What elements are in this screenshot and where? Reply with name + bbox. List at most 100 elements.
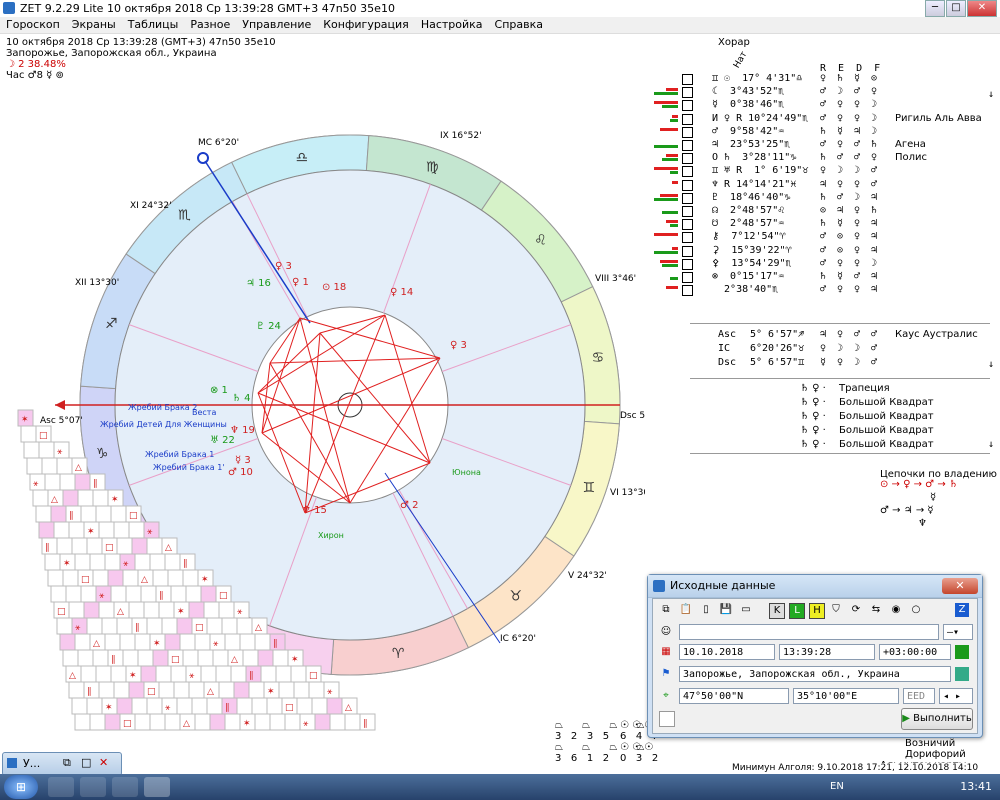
planet-row[interactable]: ♂ 9°58'42"♒ ♄☿♃☽	[650, 126, 1000, 139]
menu-tables[interactable]: Таблицы	[122, 17, 185, 33]
menu-help[interactable]: Справка	[489, 17, 549, 33]
menu-settings[interactable]: Настройка	[415, 17, 489, 33]
name-field[interactable]	[679, 624, 939, 640]
scroll-arrow[interactable]: ↓	[988, 359, 994, 370]
planet-row[interactable]: ☾ 3°43'52"♏ ♂☽♂♀	[650, 86, 1000, 99]
figure-item[interactable]: ♄ ♀ · Трапеция	[800, 383, 890, 394]
house-box-icon	[682, 272, 693, 283]
sync-icon[interactable]: ⇆	[869, 603, 883, 617]
timezone-field[interactable]: +03:00:00	[879, 644, 951, 660]
taskbar-zet-icon[interactable]	[144, 777, 170, 797]
figure-glyphs: ♄ ♀ ·	[800, 397, 830, 408]
dialog-title-bar[interactable]: Исходные данные ✕	[648, 575, 982, 598]
copy-icon[interactable]: ⧉	[659, 603, 673, 617]
angle-row[interactable]: IC 6°20'26"♉ ♀☽☽♂	[650, 343, 1000, 356]
planet-row[interactable]: ☊ 2°48'57"♌ ⊙♃♀♄	[650, 205, 1000, 218]
aspect-glyph: □	[81, 575, 90, 585]
planet-row[interactable]: ☋ 2°48'57"♒ ♄☿♀♃	[650, 218, 1000, 231]
planet-row[interactable]: ♆ R 14°14'21"♓ ♃♀♀♂	[650, 179, 1000, 192]
planet-row[interactable]: ⚷ 7°12'54"♈ ♂⊙♀♃	[650, 231, 1000, 244]
planet-row[interactable]: 2°38'40"♏ ♂♀♀♃	[650, 284, 1000, 297]
h-icon[interactable]: H	[809, 603, 825, 619]
aspect-cell	[53, 521, 70, 539]
figure-item[interactable]: ♄ ♀ · Большой Квадрат	[800, 411, 934, 422]
strength-bars	[650, 220, 678, 228]
menu-configuration[interactable]: Конфигурация	[317, 17, 415, 33]
name-dropdown[interactable]: –▾	[943, 624, 973, 640]
menu-screens[interactable]: Экраны	[66, 17, 122, 33]
radio-1-icon[interactable]: ◉	[889, 603, 903, 617]
mini-restore[interactable]: ⧉	[63, 756, 71, 770]
aspect-glyph: ∥	[249, 671, 254, 681]
house-box-icon	[682, 206, 693, 217]
time-field[interactable]: 13:39:28	[779, 644, 875, 660]
planet-glyph: ♀ 3	[450, 340, 467, 351]
scroll-arrow[interactable]: ↓	[988, 439, 994, 450]
planet-row[interactable]: ⚴ 13°54'29"♏ ♂♀♀☽	[650, 258, 1000, 271]
coords-icon: ⌖	[663, 690, 669, 701]
radio-2-icon[interactable]: ○	[909, 603, 923, 617]
clock[interactable]: 13:41	[960, 780, 992, 793]
latitude-field[interactable]: 47°50'00"N	[679, 688, 789, 704]
figure-item[interactable]: ♄ ♀ · Большой Квадрат	[800, 439, 934, 450]
taskbar-folder-icon[interactable]	[80, 777, 106, 797]
planet-row[interactable]: ♊ ♅ R 1° 6'19"♉ ♀☽☽♂	[650, 165, 1000, 178]
language-indicator[interactable]: EN	[830, 781, 844, 792]
planet-row[interactable]: О ♄ 3°28'11"♑ ♄♂♂♀ Полис	[650, 152, 1000, 165]
place-field[interactable]: Запорожье, Запорожская обл., Украина	[679, 666, 951, 682]
figure-item[interactable]: ♄ ♀ · Большой Квадрат	[800, 397, 934, 408]
menu-misc[interactable]: Разное	[184, 17, 236, 33]
algol-minimum: Минимун Алголя: 9.10.2018 17:21, 12.10.2…	[732, 763, 979, 773]
figure-item[interactable]: ♄ ♀ · Большой Квадрат	[800, 425, 934, 436]
angle-name: IC	[718, 343, 731, 354]
minimized-window[interactable]: У... ⧉ □ ✕	[2, 752, 122, 776]
open-icon[interactable]: ▭	[739, 603, 753, 617]
angle-row[interactable]: Asc 5° 6'57"♐ ♃♀♂♂ Каус Аустралис	[650, 329, 1000, 342]
checkbox[interactable]	[659, 711, 675, 727]
z-icon[interactable]: Z	[955, 603, 969, 617]
aspect-cell	[239, 633, 256, 651]
save-icon[interactable]: 💾	[719, 603, 733, 617]
taskbar-media-icon[interactable]	[112, 777, 138, 797]
planet-rul: ♄☿♂♃	[820, 271, 889, 282]
refresh-icon[interactable]: ⟳	[849, 603, 863, 617]
menu-control[interactable]: Управление	[236, 17, 317, 33]
scroll-arrow[interactable]: ↓	[988, 89, 994, 100]
aspect-cell	[236, 697, 253, 715]
planet-row[interactable]: ♊ ☉ 17° 4'31"♎ ♀♄☿⊙	[650, 73, 1000, 86]
mini-max[interactable]: □	[81, 756, 91, 769]
coord-stepper[interactable]: ◂ ▸	[939, 688, 973, 704]
angle-row[interactable]: Dsc 5° 6'57"♊ ☿♀☽♂	[650, 357, 1000, 370]
l-icon[interactable]: L	[789, 603, 805, 619]
maximize-button[interactable]: □	[946, 0, 966, 17]
angle-rul: ☿♀☽♂	[820, 357, 889, 368]
planet-row[interactable]: ⊗ 0°15'17"♒ ♄☿♂♃	[650, 271, 1000, 284]
paste-icon[interactable]: 📋	[679, 603, 693, 617]
taskbar-ie-icon[interactable]	[48, 777, 74, 797]
mc-marker-icon	[197, 152, 209, 164]
new-icon[interactable]: ▯	[699, 603, 713, 617]
tz-status-icon[interactable]	[955, 645, 969, 659]
planet-row[interactable]: ♃ 23°53'25"♏ ♂♀♂♄ Агена	[650, 139, 1000, 152]
mini-close[interactable]: ✕	[99, 756, 108, 769]
menu-horoscope[interactable]: Гороскоп	[0, 17, 66, 33]
planet-row[interactable]: ⚳ 15°39'22"♈ ♂⊙♀♃	[650, 245, 1000, 258]
planet-row[interactable]: ☿ 0°38'46"♏ ♂♀♀☽	[650, 99, 1000, 112]
longitude-field[interactable]: 35°10'00"E	[793, 688, 899, 704]
shield-icon[interactable]: ⛉	[829, 603, 843, 617]
close-button[interactable]: ✕	[967, 0, 997, 17]
dialog-close-button[interactable]: ✕	[942, 578, 978, 594]
aspect-cell	[158, 681, 175, 699]
planet-row[interactable]: ♇ 18°46'40"♑ ♄♂☽♃	[650, 192, 1000, 205]
run-button[interactable]: ▶ Выполнить	[901, 708, 973, 730]
minimize-button[interactable]: ─	[925, 0, 945, 17]
date-field[interactable]: 10.10.2018	[679, 644, 775, 660]
planet-row[interactable]: И ♀ R 10°24'49"♏ ♂♀♀☽ Ригиль Аль Авва	[650, 113, 1000, 126]
eed-field[interactable]: EED	[903, 688, 935, 704]
place-search-icon[interactable]	[955, 667, 969, 681]
start-button[interactable]: ⊞	[4, 775, 38, 799]
aspect-cell	[146, 617, 163, 635]
k-icon[interactable]: K	[769, 603, 785, 619]
aspect-glyph: ✶	[291, 655, 299, 665]
aspect-cell	[56, 457, 73, 475]
